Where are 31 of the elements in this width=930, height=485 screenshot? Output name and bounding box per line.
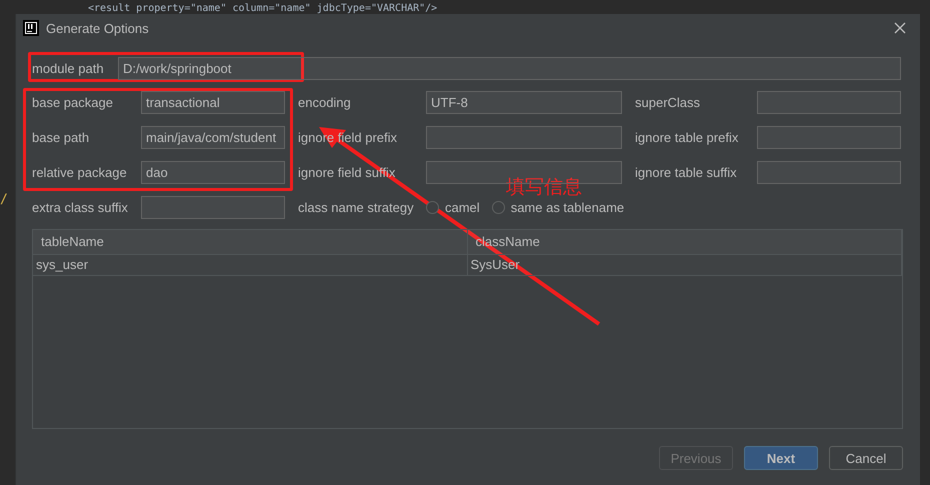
field-label: module path — [32, 60, 105, 76]
input-field[interactable]: transactional — [141, 91, 285, 114]
input-field[interactable] — [757, 91, 901, 114]
input-field[interactable] — [141, 196, 285, 219]
field-label: extra class suffix — [32, 200, 128, 215]
field-label: relative package — [32, 165, 127, 180]
radio-button[interactable]: same as tablename — [492, 200, 624, 215]
close-icon[interactable] — [894, 22, 906, 34]
field-label: superClass — [635, 95, 700, 110]
input-field[interactable] — [757, 126, 901, 149]
app-icon — [23, 20, 39, 36]
input-field[interactable]: dao — [141, 161, 285, 184]
code-line: <result property="name" column="name" jdbcType="VARCHAR"/> — [88, 2, 438, 16]
field-label: base path — [32, 130, 90, 145]
input-field[interactable] — [757, 161, 901, 184]
table-cell: sys_user — [33, 255, 468, 275]
input-field[interactable]: UTF-8 — [426, 91, 622, 114]
dialog-button[interactable]: Next — [744, 446, 818, 470]
field-label: base package — [32, 95, 113, 110]
field-label: ignore table prefix — [635, 130, 738, 145]
window-title: Generate Options — [46, 20, 150, 36]
input-field[interactable]: main/java/com/student — [141, 126, 285, 149]
field-label: encoding — [298, 95, 351, 110]
dialog-button[interactable]: Cancel — [829, 446, 903, 470]
column-header[interactable]: tableName — [33, 230, 468, 254]
field-label: class name strategy — [298, 200, 414, 215]
input-field[interactable] — [426, 126, 622, 149]
input-field[interactable]: D:/work/springboot — [118, 56, 901, 80]
field-label: ignore table suffix — [635, 165, 737, 180]
code-fragment: / — [0, 192, 8, 207]
radio-button[interactable]: camel — [426, 200, 480, 215]
